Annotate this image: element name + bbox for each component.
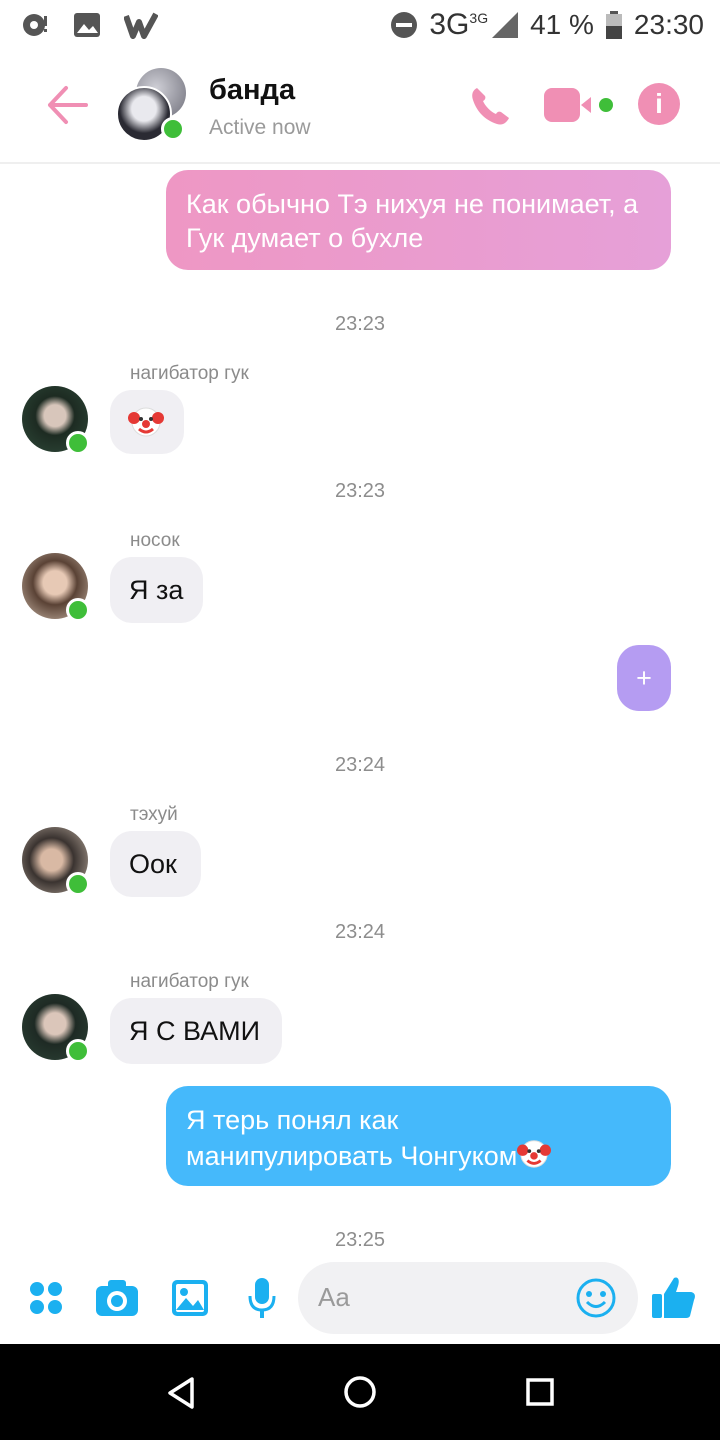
thumbs-up-icon[interactable] <box>650 1274 696 1320</box>
timestamp: 23:23 <box>334 480 386 502</box>
message-text: Я за <box>129 575 184 605</box>
online-indicator <box>161 117 185 141</box>
message-incoming[interactable]: Я за <box>110 557 203 623</box>
message-text: Я терь понял как <box>186 1105 399 1135</box>
group-avatar[interactable] <box>116 68 190 142</box>
wattpad-icon <box>124 12 158 39</box>
clown-emoji <box>517 1140 552 1168</box>
message-text: + <box>636 663 652 693</box>
message-incoming[interactable] <box>110 390 184 454</box>
camera-icon[interactable] <box>94 1278 140 1318</box>
do-not-disturb-icon <box>391 12 418 38</box>
nav-back-icon[interactable] <box>166 1376 196 1410</box>
message-text: Как обычно Тэ нихуя не понимает, а Гук д… <box>186 189 639 253</box>
sender-name: тэхуй <box>130 804 178 825</box>
message-outgoing[interactable]: + <box>617 645 671 711</box>
battery-icon <box>605 11 622 39</box>
message-incoming[interactable]: Я С ВАМИ <box>110 998 282 1064</box>
sync-icon <box>23 14 47 36</box>
message-text-line: манипулировать Чонгуком <box>186 1137 651 1173</box>
status-bar: 3G3G 41 % 23:30 <box>0 0 720 52</box>
timestamp: 23:25 <box>334 1229 386 1251</box>
phone-call-icon[interactable] <box>467 84 511 128</box>
message-outgoing[interactable]: Как обычно Тэ нихуя не понимает, а Гук д… <box>166 170 671 270</box>
message-text: Я С ВАМИ <box>129 1016 261 1046</box>
message-text: манипулировать Чонгуком <box>186 1141 518 1171</box>
composer-bar: Aa <box>0 1254 720 1344</box>
clock: 23:30 <box>633 9 704 40</box>
online-indicator <box>66 872 90 896</box>
online-indicator <box>66 431 90 455</box>
info-icon[interactable]: i <box>638 83 680 125</box>
sender-name: носок <box>130 530 180 551</box>
nav-recents-icon[interactable] <box>525 1377 555 1407</box>
clown-emoji <box>128 407 164 437</box>
nav-home-icon[interactable] <box>342 1374 378 1410</box>
system-navigation-bar <box>0 1344 720 1440</box>
signal-icon <box>492 12 519 38</box>
message-input[interactable]: Aa <box>298 1262 638 1334</box>
chat-title[interactable]: банда <box>209 74 295 107</box>
online-indicator <box>66 1039 90 1063</box>
message-input-placeholder: Aa <box>318 1282 350 1312</box>
gallery-notification-icon <box>74 13 100 37</box>
battery-percent: 41 % <box>530 9 594 40</box>
video-active-dot <box>599 98 613 112</box>
video-call-icon[interactable] <box>544 88 614 124</box>
message-outgoing[interactable]: Я терь понял как манипулировать Чонгуком <box>166 1086 671 1186</box>
active-status: Active now <box>209 116 311 139</box>
timestamp: 23:24 <box>334 921 386 943</box>
gallery-icon[interactable] <box>170 1278 210 1318</box>
emoji-icon[interactable] <box>575 1277 617 1319</box>
message-incoming[interactable]: Оок <box>110 831 201 897</box>
back-arrow-icon[interactable] <box>44 82 90 128</box>
timestamp: 23:24 <box>334 754 386 776</box>
apps-grid-icon[interactable] <box>28 1280 64 1316</box>
network-type: 3G3G <box>429 8 489 41</box>
message-text: Оок <box>129 849 177 879</box>
sender-name: нагибатор гук <box>130 363 249 384</box>
chat-header: банда Active now i <box>0 52 720 164</box>
online-indicator <box>66 598 90 622</box>
microphone-icon[interactable] <box>246 1276 278 1320</box>
timestamp: 23:23 <box>334 313 386 335</box>
sender-name: нагибатор гук <box>130 971 249 992</box>
